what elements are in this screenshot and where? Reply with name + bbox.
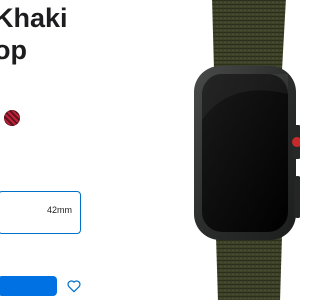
band-bottom <box>216 236 282 300</box>
heart-icon[interactable] <box>66 278 82 294</box>
add-to-bag-button[interactable] <box>0 276 57 296</box>
case-size-label: 42mm <box>46 205 72 215</box>
band-color-swatch[interactable] <box>4 110 20 126</box>
band-top <box>212 0 286 70</box>
product-title-line-1: Khaki <box>0 3 68 33</box>
case-size-option-42mm[interactable]: 42mm <box>0 191 81 234</box>
product-title: Khaki op <box>0 2 68 66</box>
side-button <box>294 176 300 218</box>
apple-watch-product-image <box>194 0 300 300</box>
product-title-line-2: op <box>0 35 27 65</box>
